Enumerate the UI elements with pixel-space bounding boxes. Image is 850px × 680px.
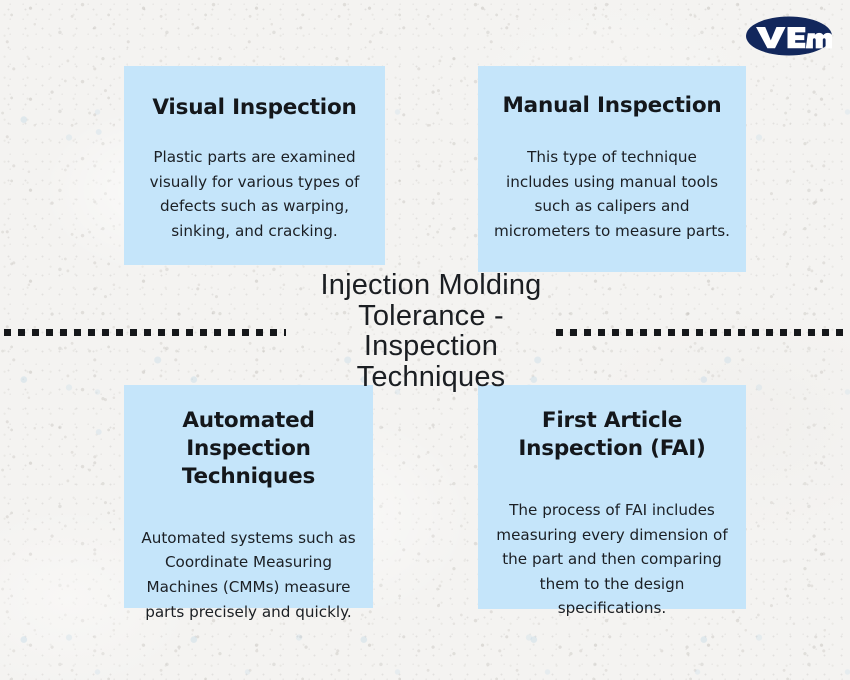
card-title-first-article-inspection: First Article Inspection (FAI) — [518, 408, 706, 461]
infographic-title: Injection Molding Tolerance - Inspection… — [320, 269, 542, 394]
dotted-divider-left — [4, 329, 286, 336]
card-title-automated-inspection: Automated Inspection Techniques — [181, 408, 316, 489]
card-title-manual-inspection: Manual Inspection — [502, 93, 722, 118]
vem-logo — [746, 16, 832, 56]
card-title-visual-inspection: Visual Inspection — [152, 95, 357, 120]
infographic-canvas: Visual Inspection Plastic parts are exam… — [0, 0, 850, 680]
card-first-article-inspection: First Article Inspection (FAI) The proce… — [478, 385, 746, 617]
card-body-automated-inspection: Automated systems such as Coordinate Mea… — [141, 528, 356, 621]
card-body-visual-inspection: Plastic parts are examined visually for … — [149, 147, 360, 240]
dotted-divider-right — [556, 329, 850, 336]
card-manual-inspection: Manual Inspection This type of technique… — [478, 66, 746, 272]
card-body-manual-inspection: This type of technique includes using ma… — [494, 147, 731, 240]
card-automated-inspection: Automated Inspection Techniques Automate… — [124, 385, 373, 621]
card-visual-inspection: Visual Inspection Plastic parts are exam… — [124, 66, 385, 265]
card-body-first-article-inspection: The process of FAI includes measuring ev… — [496, 500, 728, 618]
